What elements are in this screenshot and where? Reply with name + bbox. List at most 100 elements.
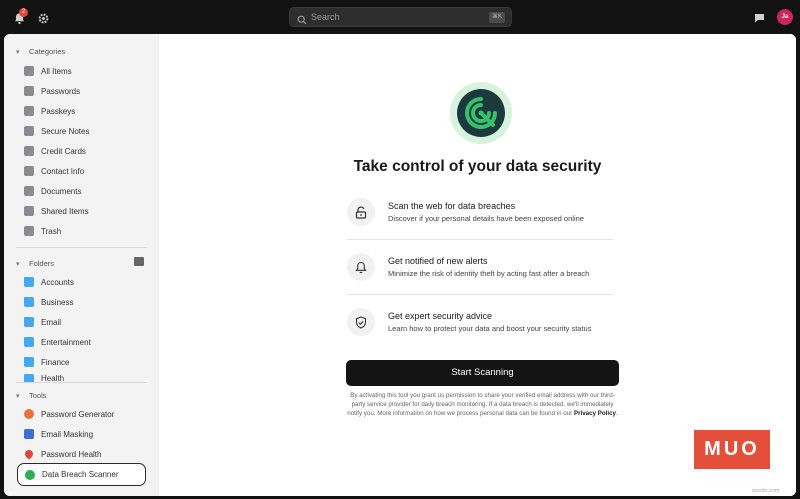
sidebar-item-folder-health[interactable]: Health [24, 374, 64, 382]
sidebar-item-contact-info[interactable]: Contact Info [24, 163, 84, 179]
chevron-down-icon: ▾ [16, 392, 20, 400]
divider [347, 294, 613, 295]
app-window: ▾ Categories All Items Passwords Passkey… [4, 34, 796, 496]
sidebar-item-label: Password Generator [41, 409, 115, 419]
sidebar-item-label: All Items [41, 66, 72, 76]
sidebar-item-label: Accounts [41, 277, 74, 287]
new-folder-icon[interactable] [134, 257, 144, 266]
scan-radar-icon [465, 97, 497, 129]
disclaimer-suffix: . [615, 409, 618, 417]
contact-icon [24, 166, 34, 176]
sidebar-item-credit-cards[interactable]: Credit Cards [24, 143, 86, 159]
page-title: Take control of your data security [353, 158, 602, 175]
sidebar-item-data-breach-scanner[interactable]: Data Breach Scanner [17, 463, 146, 486]
search-input[interactable]: Search ⌘K [289, 7, 512, 27]
sidebar-item-label: Secure Notes [41, 126, 90, 136]
sidebar: ▾ Categories All Items Passwords Passkey… [4, 34, 159, 496]
scanner-icon [25, 469, 35, 480]
folders-label: Folders [29, 259, 55, 268]
search-shortcut: ⌘K [488, 12, 505, 23]
key-icon [24, 86, 34, 96]
sidebar-item-label: Passwords [41, 86, 81, 96]
sidebar-item-documents[interactable]: Documents [24, 183, 81, 199]
folder-icon [24, 357, 34, 367]
sidebar-item-folder-entertainment[interactable]: Entertainment [24, 334, 91, 350]
note-icon [24, 126, 34, 136]
gear-icon[interactable] [37, 12, 49, 24]
divider [16, 247, 147, 248]
sidebar-item-passwords[interactable]: Passwords [24, 83, 80, 99]
people-icon [24, 206, 34, 216]
folder-icon [24, 277, 34, 287]
sidebar-item-trash[interactable]: Trash [24, 223, 61, 239]
sidebar-item-label: Health [41, 374, 65, 382]
chat-icon[interactable] [753, 12, 765, 23]
passkey-icon [24, 106, 34, 116]
sidebar-item-label: Password Health [41, 449, 102, 459]
password-generator-icon [24, 409, 34, 419]
sidebar-item-secure-notes[interactable]: Secure Notes [24, 123, 89, 139]
credit-card-icon [24, 146, 34, 156]
chevron-down-icon: ▾ [16, 260, 20, 268]
trash-icon [24, 226, 34, 236]
bell-icon [347, 253, 375, 281]
sidebar-item-password-generator[interactable]: Password Generator [24, 406, 114, 422]
folder-icon [24, 337, 34, 347]
feature-description: Discover if your personal details have b… [388, 214, 584, 223]
avatar[interactable]: Ja [777, 9, 793, 25]
divider [347, 239, 613, 240]
sidebar-item-folder-email[interactable]: Email [24, 314, 61, 330]
sidebar-item-label: Email [41, 317, 62, 327]
feature-heading: Get notified of new alerts [388, 256, 488, 266]
chevron-down-icon: ▾ [16, 48, 20, 56]
feature-description: Minimize the risk of identity theft by a… [388, 269, 590, 278]
sidebar-item-folder-finance[interactable]: Finance [24, 354, 69, 370]
layers-icon [24, 66, 34, 76]
divider [16, 382, 147, 383]
sidebar-item-label: Credit Cards [41, 146, 86, 156]
document-icon [24, 186, 34, 196]
sidebar-item-label: Trash [41, 226, 62, 236]
sidebar-item-label: Shared Items [41, 206, 89, 216]
sidebar-item-shared-items[interactable]: Shared Items [24, 203, 89, 219]
muo-watermark-logo: MUO [694, 430, 770, 469]
sidebar-item-passkeys[interactable]: Passkeys [24, 103, 75, 119]
scanner-logo [450, 82, 512, 144]
sidebar-item-label: Passkeys [41, 106, 76, 116]
sidebar-item-label: Email Masking [41, 429, 94, 439]
consent-disclaimer: By activating this tool you grant us per… [346, 392, 619, 418]
sidebar-item-label: Documents [41, 186, 82, 196]
sidebar-item-folder-accounts[interactable]: Accounts [24, 274, 74, 290]
search-placeholder: Search [311, 12, 340, 22]
sidebar-item-email-masking[interactable]: Email Masking [24, 426, 93, 442]
email-mask-icon [24, 429, 34, 439]
sidebar-item-label: Finance [41, 357, 70, 367]
search-icon [297, 12, 308, 25]
feature-heading: Get expert security advice [388, 311, 493, 321]
folder-icon [24, 317, 34, 327]
tools-section-toggle[interactable]: ▾ Tools [16, 391, 47, 400]
unlock-icon [347, 198, 375, 226]
sidebar-item-label: Business [41, 297, 74, 307]
categories-label: Categories [29, 47, 66, 56]
scanner-logo-mark [457, 89, 505, 137]
feature-description: Learn how to protect your data and boost… [388, 324, 592, 333]
shield-check-icon [347, 308, 375, 336]
site-watermark: wsxdn.com [752, 488, 780, 494]
start-scanning-button[interactable]: Start Scanning [346, 360, 619, 386]
folders-section-toggle[interactable]: ▾ Folders [16, 259, 54, 268]
categories-section-toggle[interactable]: ▾ Categories [16, 47, 65, 56]
privacy-policy-link[interactable]: Privacy Policy [574, 410, 616, 417]
folder-icon [24, 297, 34, 307]
sidebar-item-label: Data Breach Scanner [42, 470, 119, 479]
notification-badge: 2 [19, 8, 28, 17]
folder-icon [24, 374, 34, 382]
tools-label: Tools [29, 391, 47, 400]
heart-icon [23, 448, 35, 460]
main-content: Take control of your data security Scan … [159, 34, 796, 496]
top-bar: 2 Search ⌘K Ja [0, 0, 800, 34]
feature-heading: Scan the web for data breaches [388, 201, 516, 211]
sidebar-item-all-items[interactable]: All Items [24, 63, 72, 79]
sidebar-item-password-health[interactable]: Password Health [23, 446, 102, 462]
sidebar-item-folder-business[interactable]: Business [24, 294, 73, 310]
